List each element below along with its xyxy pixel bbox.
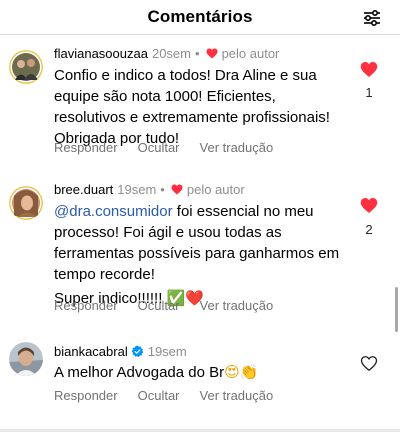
heart-filled-icon[interactable] [360,61,378,78]
comment-line: A melhor Advogada do Br [54,364,225,381]
heart-icon [171,184,183,195]
translate-button[interactable]: Ver tradução [200,298,274,313]
comment-line: ferramentas possíveis para ganharmos em [54,245,340,262]
comment-line: @dra.consumidor foi essencial no meu [54,201,354,222]
comment-text: @dra.consumidor foi essencial no meu pro… [54,201,354,309]
header: Comentários [0,0,400,34]
avatar[interactable] [9,342,43,376]
comment-line-rest: foi essencial no meu [172,203,314,220]
comment-text: A melhor Advogada do Br😍👏 [54,362,354,383]
username[interactable]: bree.duart [54,182,113,197]
timestamp: 19sem [147,344,187,359]
author-liked-label: pelo autor [186,182,245,197]
translate-button[interactable]: Ver tradução [200,388,274,403]
separator: • [160,182,165,197]
heart-outline-icon[interactable] [360,355,378,372]
comment-meta: flavianasoouzaa 20sem • pelo autor [54,46,279,61]
username[interactable]: biankacabral [54,344,128,359]
hide-button[interactable]: Ocultar [138,388,180,403]
comment-meta: biankacabral 19sem [54,344,187,359]
reply-button[interactable]: Responder [54,140,118,155]
timestamp: 19sem [117,182,157,197]
reply-button[interactable]: Responder [54,298,118,313]
page-title: Comentários [147,7,253,26]
verified-badge-icon [131,345,144,358]
comment-actions: Responder Ocultar Ver tradução [54,298,273,313]
comment-line: tempo recorde! [54,266,155,283]
comment-line: equipe são nota 1000! Eficientes, [54,88,276,105]
username[interactable]: flavianasoouzaa [54,46,148,61]
comment-actions: Responder Ocultar Ver tradução [54,140,273,155]
author-liked-label: pelo autor [221,46,280,61]
mention-link[interactable]: @dra.consumidor [54,203,173,220]
heart-icon [206,48,218,59]
header-divider [0,34,400,35]
comment-actions: Responder Ocultar Ver tradução [54,388,273,403]
like-count: 2 [365,222,373,237]
like-count: 1 [365,85,373,100]
separator: • [195,46,200,61]
reply-button[interactable]: Responder [54,388,118,403]
heart-eyes-emoji: 😍 [224,363,240,381]
hide-button[interactable]: Ocultar [138,140,180,155]
hide-button[interactable]: Ocultar [138,298,180,313]
heart-filled-icon[interactable] [360,197,378,214]
scrollbar[interactable] [395,287,398,332]
comment-line: Confio e indico a todos! Dra Aline e sua [54,67,317,84]
sliders-icon[interactable] [362,8,382,28]
timestamp: 20sem [151,46,191,61]
comment-line: resolutivos e extremamente profissionais… [54,109,330,126]
avatar[interactable] [9,50,43,84]
comment-text: Confio e indico a todos! Dra Aline e sua… [54,65,354,149]
clapping-hands-emoji: 👏 [239,363,259,381]
comment-line: processo! Foi ágil e usou todas as [54,224,282,241]
avatar[interactable] [9,186,43,220]
translate-button[interactable]: Ver tradução [200,140,274,155]
comment-meta: bree.duart 19sem • pelo autor [54,182,245,197]
